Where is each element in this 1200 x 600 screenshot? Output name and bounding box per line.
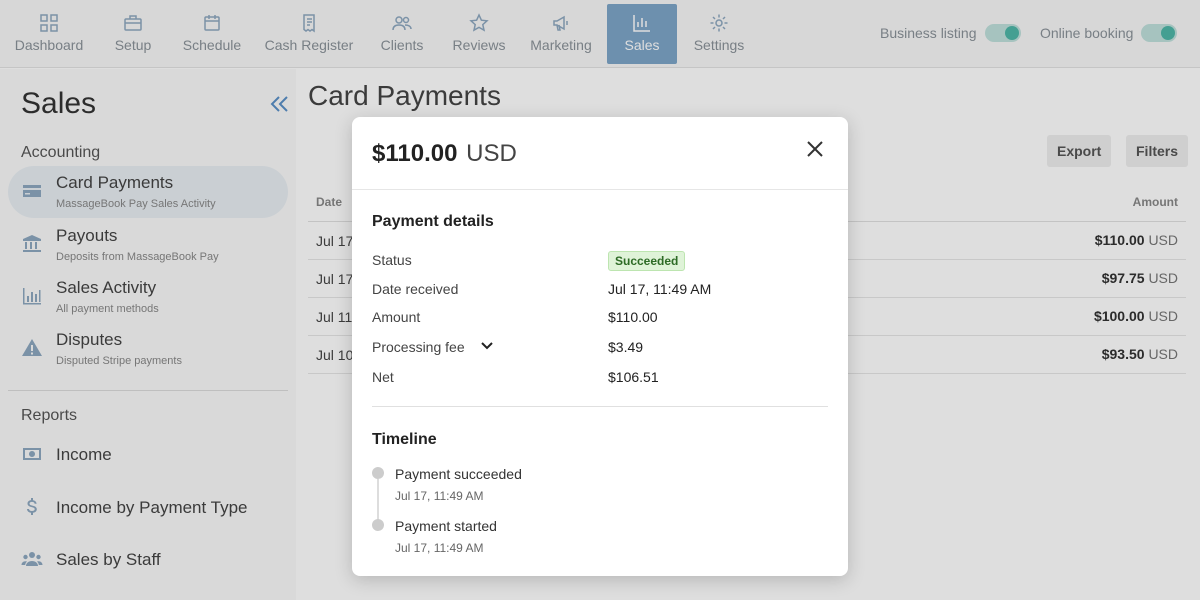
close-icon[interactable] [805, 139, 827, 161]
modal-currency: USD [466, 140, 517, 167]
timeline-event-time: Jul 17, 11:49 AM [395, 541, 484, 555]
modal-divider [372, 406, 828, 407]
date-received-label: Date received [372, 281, 459, 297]
payment-details-heading: Payment details [372, 213, 494, 230]
chevron-down-icon[interactable] [480, 339, 496, 355]
timeline-dot [372, 467, 384, 479]
status-label: Status [372, 252, 412, 268]
modal-amount-value: $110.00 [372, 140, 458, 167]
modal-amount: $110.00 USD [372, 140, 517, 168]
modal-header: $110.00 USD [352, 117, 848, 190]
processing-fee-value: $3.49 [608, 339, 644, 355]
amount-label: Amount [372, 309, 421, 325]
amount-value: $110.00 [608, 309, 658, 325]
timeline-heading: Timeline [372, 431, 437, 448]
payment-detail-modal: $110.00 USD Payment details Status Succe… [352, 117, 848, 576]
date-received-value: Jul 17, 11:49 AM [608, 281, 712, 297]
timeline-dot [372, 519, 384, 531]
timeline-event-title: Payment succeeded [395, 466, 522, 482]
timeline-event-time: Jul 17, 11:49 AM [395, 489, 484, 503]
net-label: Net [372, 369, 394, 385]
timeline-connector [377, 479, 379, 523]
status-badge: Succeeded [608, 251, 686, 271]
net-value: $106.51 [608, 369, 659, 385]
processing-fee-label: Processing fee [372, 339, 465, 355]
timeline-event-title: Payment started [395, 518, 497, 534]
